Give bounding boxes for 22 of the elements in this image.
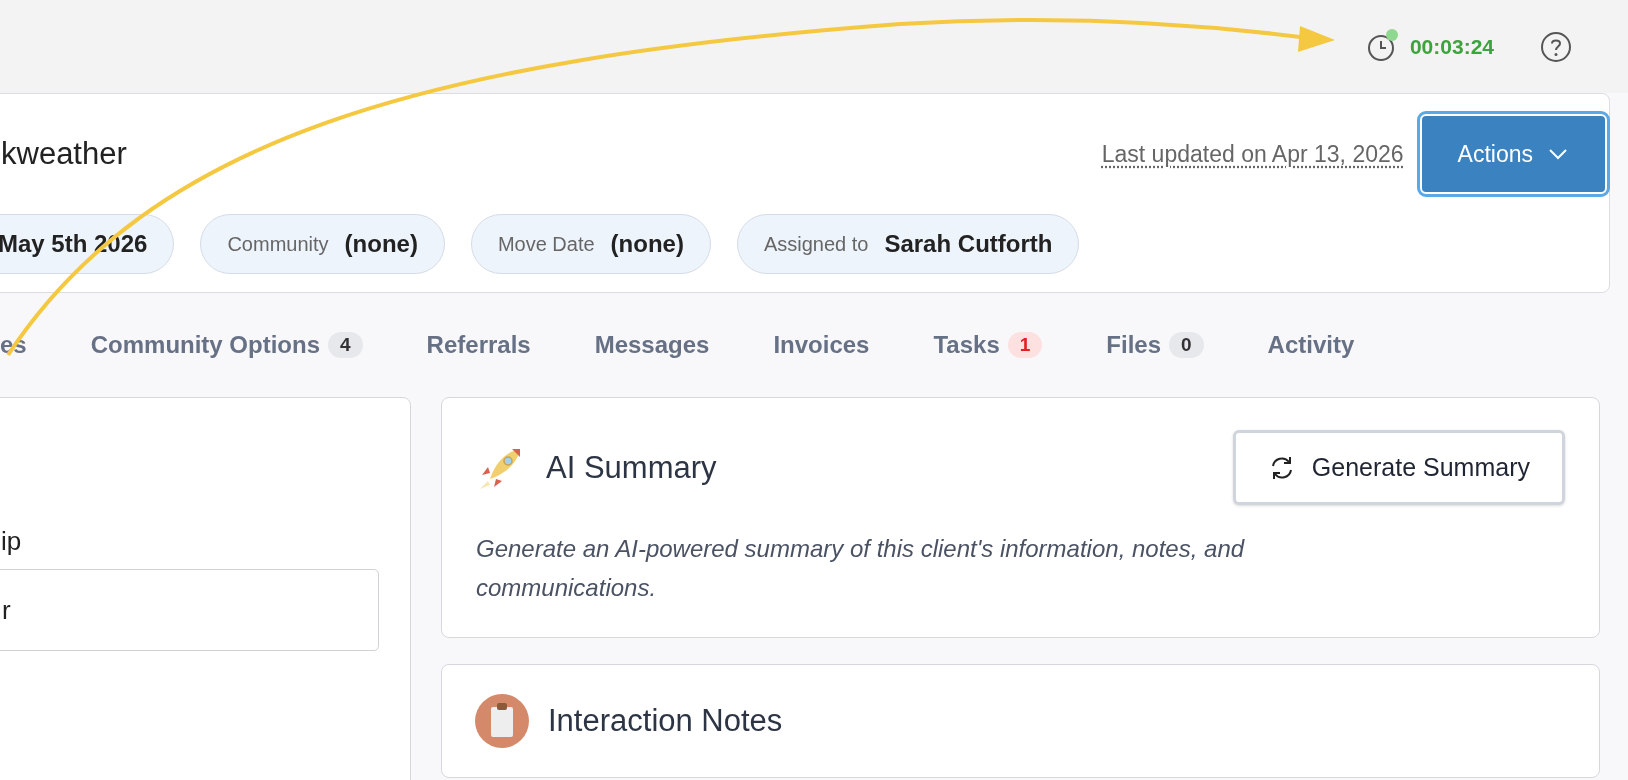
clipboard-icon: [474, 693, 530, 749]
card-title: AI Summary: [546, 449, 718, 486]
info-chip[interactable]: Community (none): [200, 214, 445, 274]
tab[interactable]: Messages: [594, 325, 710, 365]
card-title: Interaction Notes: [548, 703, 783, 739]
summary-description: Generate an AI-powered summary of this client's information, notes, and communications.: [476, 534, 1246, 603]
chevron-down-icon: [1547, 147, 1569, 161]
info-chip[interactable]: Assigned to Sarah Cutforth: [736, 214, 1080, 274]
tab[interactable]: Referrals: [426, 325, 531, 365]
tab[interactable]: Files 0: [1106, 325, 1204, 365]
tab[interactable]: Tasks 1: [933, 325, 1043, 365]
input-field[interactable]: r: [0, 569, 379, 651]
last-updated-text: Last updated on Apr 13, 2026: [1101, 140, 1404, 168]
generate-summary-button[interactable]: Generate Summary: [1232, 430, 1565, 505]
timer-text: 00:03:24: [1409, 34, 1494, 59]
tab[interactable]: Invoices: [773, 325, 870, 365]
info-chip[interactable]: Move Date (none): [470, 214, 711, 274]
client-name: kweather: [1, 136, 128, 172]
field-label: ip: [0, 526, 23, 557]
help-icon[interactable]: [1540, 30, 1572, 63]
tab[interactable]: Community Options 4: [90, 325, 363, 365]
tab[interactable]: Activity: [1267, 325, 1355, 365]
